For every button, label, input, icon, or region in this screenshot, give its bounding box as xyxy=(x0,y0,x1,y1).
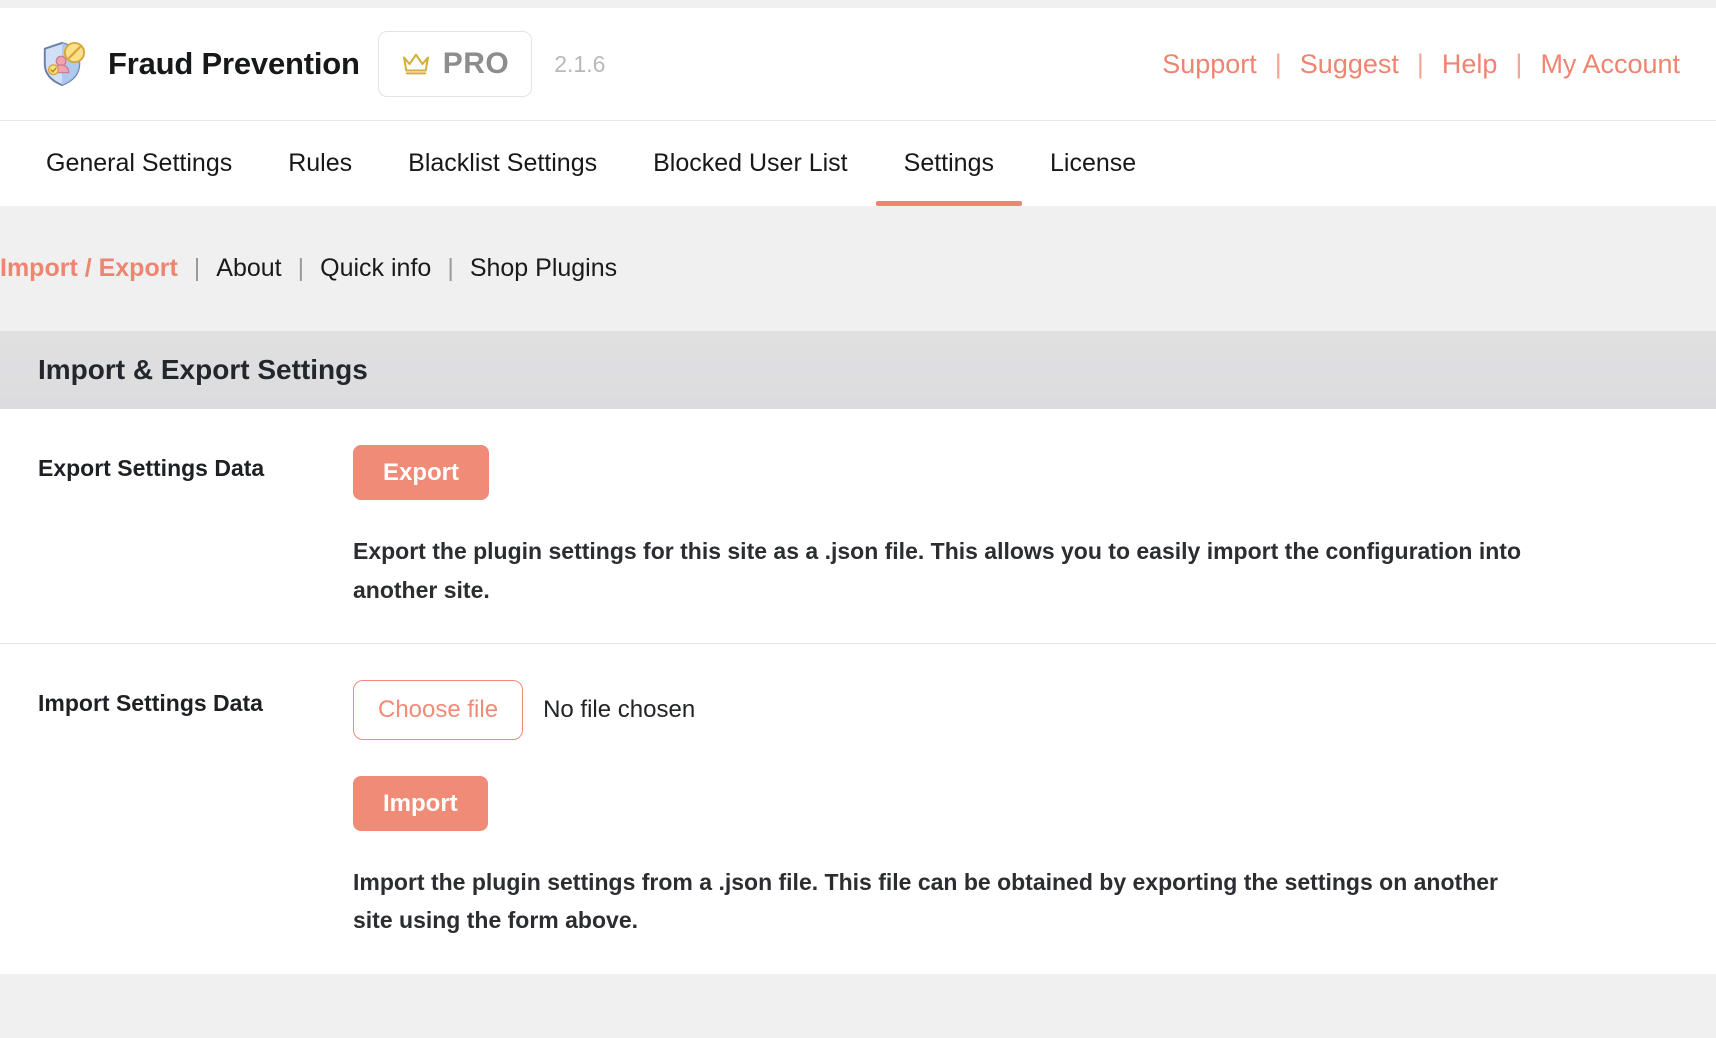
export-settings-body: Export Export the plugin settings for th… xyxy=(353,445,1678,609)
import-settings-body: Choose file No file chosen Import Import… xyxy=(353,680,1678,940)
tab-rules[interactable]: Rules xyxy=(260,121,380,206)
import-button-wrap: Import xyxy=(353,775,1678,831)
app-page: Fraud Prevention PRO 2.1.6 Support | Sug… xyxy=(0,0,1716,1038)
top-strip xyxy=(0,0,1716,8)
header-links: Support | Suggest | Help | My Account xyxy=(1162,49,1680,80)
shield-user-block-icon xyxy=(40,40,86,88)
import-description: Import the plugin settings from a .json … xyxy=(353,868,1498,934)
header-link-support[interactable]: Support xyxy=(1162,49,1257,80)
export-settings-label: Export Settings Data xyxy=(38,455,265,481)
tab-license[interactable]: License xyxy=(1022,121,1164,206)
settings-panel: Export Settings Data Export Export the p… xyxy=(0,409,1716,975)
tab-general-settings[interactable]: General Settings xyxy=(40,121,260,206)
subnav-item-shop-plugins[interactable]: Shop Plugins xyxy=(470,254,617,283)
import-settings-label: Import Settings Data xyxy=(38,690,263,717)
section-title: Import & Export Settings xyxy=(38,354,368,385)
header-link-separator: | xyxy=(1416,48,1424,79)
subnav-separator: | xyxy=(193,254,201,282)
subnav-item-quick-info[interactable]: Quick info xyxy=(320,254,431,283)
import-settings-row: Import Settings Data Choose file No file… xyxy=(0,644,1716,974)
header-link-my-account[interactable]: My Account xyxy=(1540,49,1680,80)
import-button[interactable]: Import xyxy=(353,775,488,831)
tab-blocked-user-list[interactable]: Blocked User List xyxy=(625,121,876,206)
subnav-separator: | xyxy=(447,254,454,282)
pro-badge[interactable]: PRO xyxy=(377,31,533,97)
export-settings-row: Export Settings Data Export Export the p… xyxy=(0,409,1716,645)
file-input-field[interactable]: Choose file No file chosen xyxy=(353,680,1678,740)
brand-title: Fraud Prevention xyxy=(108,46,360,81)
subnav-item-import-export[interactable]: Import / Export xyxy=(0,254,178,283)
tab-settings[interactable]: Settings xyxy=(875,121,1023,206)
file-status-text: No file chosen xyxy=(543,696,696,724)
main-tab-nav: General Settings Rules Blacklist Setting… xyxy=(0,121,1716,206)
brand: Fraud Prevention xyxy=(40,40,360,88)
subnav-item-about[interactable]: About xyxy=(216,254,281,283)
sub-nav: Import / Export | About | Quick info | S… xyxy=(0,206,1716,331)
export-button[interactable]: Export xyxy=(353,445,490,501)
crown-icon xyxy=(401,52,431,76)
app-header: Fraud Prevention PRO 2.1.6 Support | Sug… xyxy=(0,8,1716,121)
header-link-separator: | xyxy=(1274,48,1282,79)
export-description: Export the plugin settings for this site… xyxy=(353,538,1522,603)
pro-badge-label: PRO xyxy=(442,47,510,80)
header-link-separator: | xyxy=(1515,48,1523,79)
section-header: Import & Export Settings xyxy=(0,331,1716,409)
version-label: 2.1.6 xyxy=(554,50,606,77)
subnav-separator: | xyxy=(297,254,305,282)
header-link-help[interactable]: Help xyxy=(1442,49,1498,80)
choose-file-button[interactable]: Choose file xyxy=(353,680,524,740)
header-link-suggest[interactable]: Suggest xyxy=(1300,49,1399,80)
tab-blacklist-settings[interactable]: Blacklist Settings xyxy=(380,121,625,206)
